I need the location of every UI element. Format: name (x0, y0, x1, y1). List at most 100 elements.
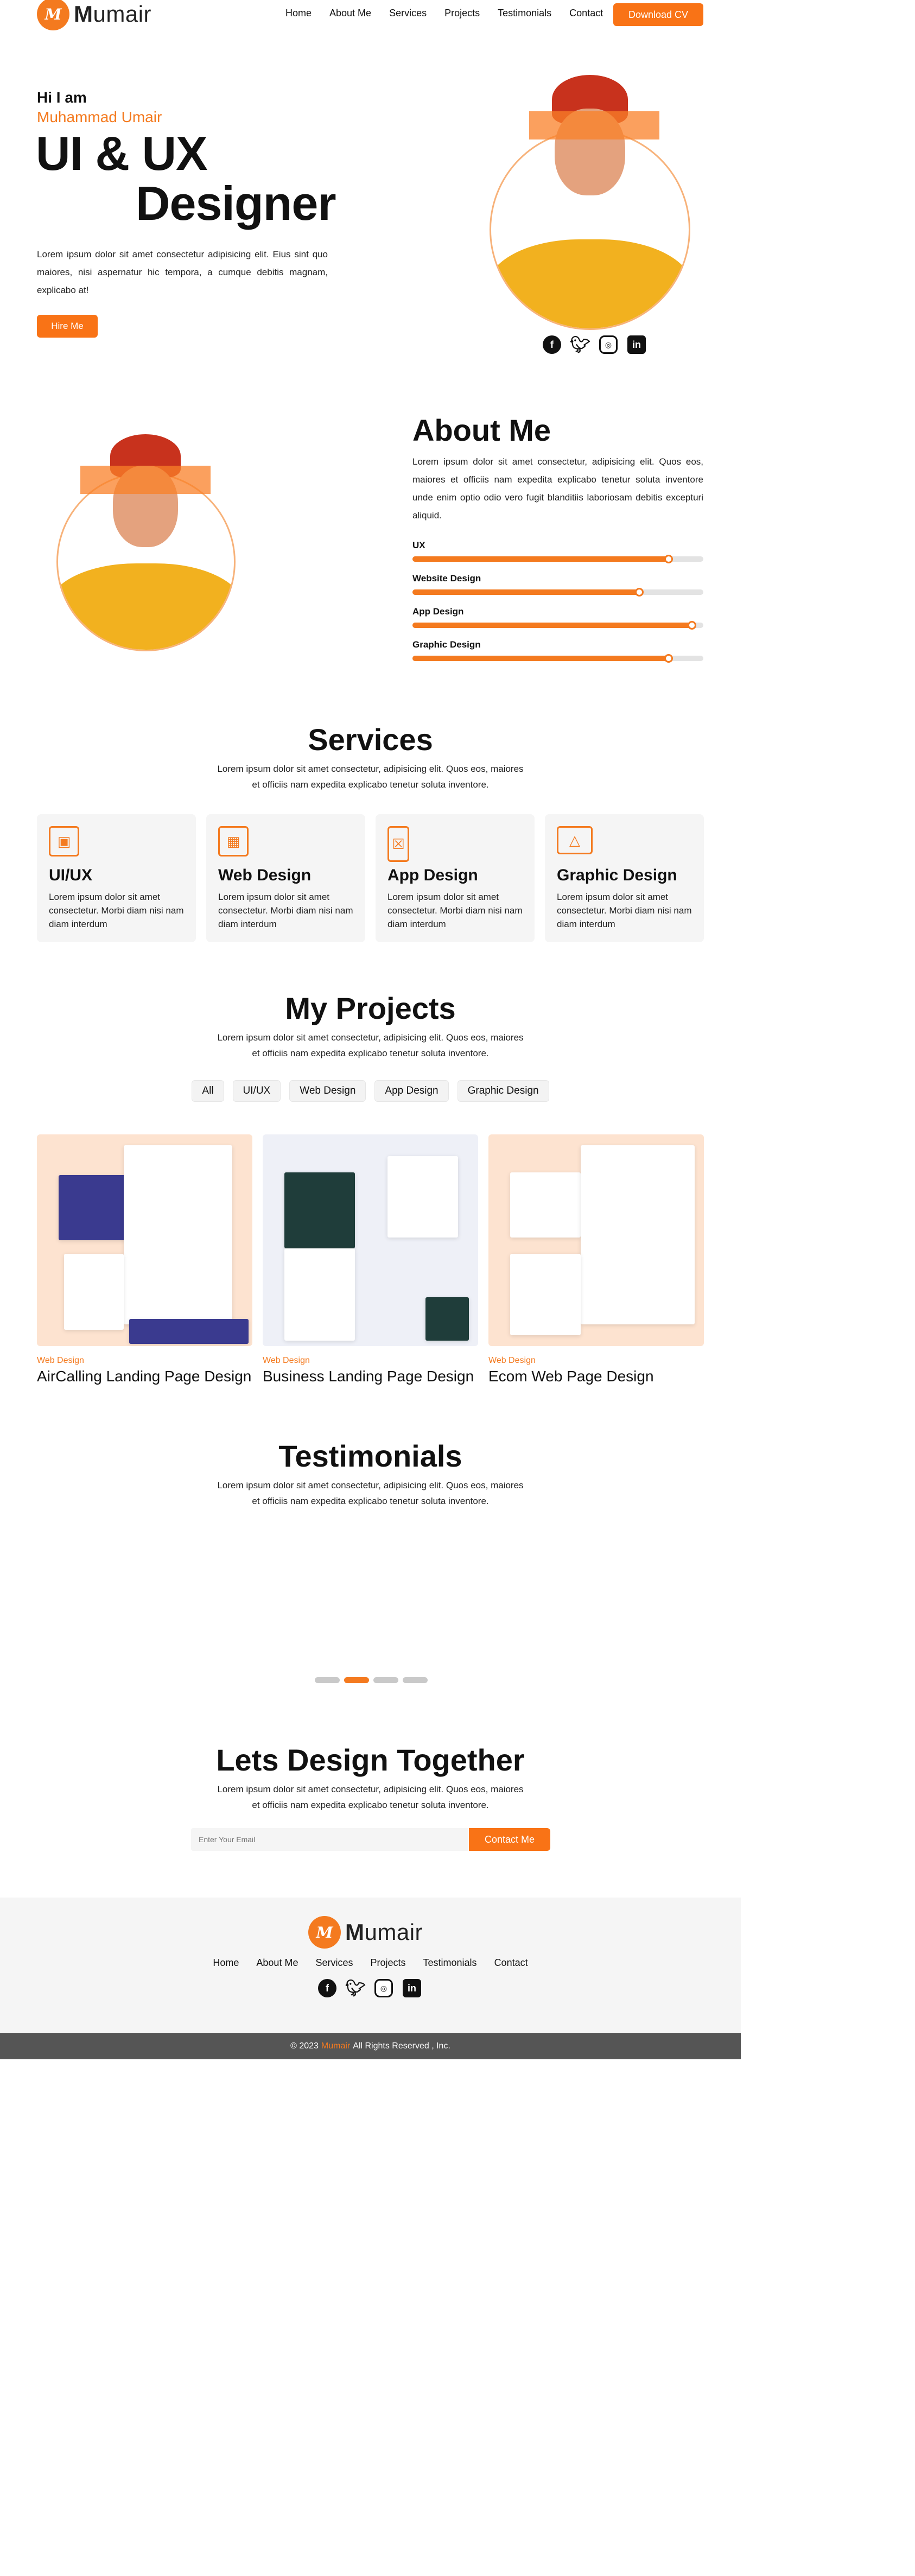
nav-link-testimonials[interactable]: Testimonials (498, 8, 551, 19)
web-design-icon: ▦ (218, 826, 249, 856)
project-name: Business Landing Page Design (263, 1368, 474, 1385)
skill-track (412, 621, 703, 630)
logo-mark-icon: M (308, 1916, 341, 1949)
hire-me-button[interactable]: Hire Me (37, 315, 98, 338)
projects-title: My Projects (285, 991, 456, 1025)
logo[interactable]: M Mumair (37, 0, 151, 30)
project-name: Ecom Web Page Design (488, 1368, 654, 1385)
hero-title-line2: Designer (136, 176, 336, 230)
footer-link-contact[interactable]: Contact (494, 1957, 528, 1969)
filter-graphic-design[interactable]: Graphic Design (457, 1080, 549, 1102)
skill-fill (412, 556, 669, 562)
instagram-icon[interactable]: ◎ (374, 1979, 393, 1997)
project-card[interactable]: Web Design AirCalling Landing Page Desig… (37, 1134, 252, 1385)
footer-link-home[interactable]: Home (213, 1957, 239, 1969)
nav-link-services[interactable]: Services (389, 8, 427, 19)
services-subtitle-line1: Lorem ipsum dolor sit amet consectetur, … (217, 764, 524, 774)
copyright-suffix: All Rights Reserved , Inc. (353, 2041, 450, 2051)
project-thumbnail (263, 1134, 478, 1346)
mockup-panel (387, 1156, 458, 1238)
mockup-panel (64, 1254, 124, 1330)
service-card-web-design[interactable]: ▦ Web Design Lorem ipsum dolor sit amet … (206, 814, 365, 942)
service-name: Graphic Design (557, 866, 677, 884)
hero-title-line1: UI & UX (36, 126, 208, 180)
filter-ui-ux[interactable]: UI/UX (232, 1080, 281, 1102)
skill-track (412, 588, 703, 597)
service-description: Lorem ipsum dolor sit amet consectetur. … (387, 892, 523, 929)
nav-link-about[interactable]: About Me (329, 8, 371, 19)
ui-ux-icon: ▣ (49, 826, 79, 856)
skill-track (412, 555, 703, 563)
pagination-dot[interactable] (344, 1677, 369, 1683)
project-card[interactable]: Web Design Ecom Web Page Design (488, 1134, 704, 1385)
footer-link-projects[interactable]: Projects (370, 1957, 405, 1969)
mockup-panel (129, 1319, 249, 1344)
service-card-ui-ux[interactable]: ▣ UI/UX Lorem ipsum dolor sit amet conse… (37, 814, 196, 942)
footer: M Mumair Home About Me Services Projects… (0, 1898, 741, 2033)
testimonials-subtitle-line2: et officiis nam expedita explicabo tenet… (252, 1496, 489, 1506)
footer-logo[interactable]: M Mumair (308, 1916, 423, 1949)
logo-text: Mumair (74, 1, 152, 27)
filter-web-design[interactable]: Web Design (289, 1080, 366, 1102)
project-name: AirCalling Landing Page Design (37, 1368, 252, 1385)
copyright-brand[interactable]: Mumair (321, 2041, 350, 2051)
nav-link-home[interactable]: Home (285, 8, 312, 19)
instagram-icon[interactable]: ◎ (599, 335, 618, 354)
projects-subtitle-line2: et officiis nam expedita explicabo tenet… (252, 1048, 489, 1058)
hero-glasses-overlay (529, 111, 659, 139)
service-description: Lorem ipsum dolor sit amet consectetur. … (557, 892, 692, 929)
pagination-dot[interactable] (373, 1677, 398, 1683)
skill-knob[interactable] (664, 555, 673, 563)
contact-me-button[interactable]: Contact Me (469, 1828, 550, 1851)
footer-link-testimonials[interactable]: Testimonials (423, 1957, 477, 1969)
copyright-bar: © 2023 Mumair All Rights Reserved , Inc. (0, 2033, 741, 2059)
project-category: Web Design (263, 1356, 310, 1365)
project-thumbnail (488, 1134, 704, 1346)
filter-all[interactable]: All (192, 1080, 224, 1102)
skill-fill (412, 589, 640, 595)
service-name: Web Design (218, 866, 312, 884)
skill-graphic-design: Graphic Design (412, 639, 703, 663)
page: M Mumair Home About Me Services Projects… (0, 0, 741, 2576)
linkedin-icon[interactable]: in (627, 335, 646, 354)
logo-text: Mumair (345, 1919, 423, 1945)
pagination-dot[interactable] (315, 1677, 340, 1683)
service-card-app-design[interactable]: ☒ App Design Lorem ipsum dolor sit amet … (376, 814, 535, 942)
linkedin-icon[interactable]: in (403, 1979, 421, 1997)
skill-fill (412, 623, 692, 628)
footer-link-about[interactable]: About Me (256, 1957, 298, 1969)
facebook-icon[interactable]: f (543, 335, 561, 354)
nav-links: Home About Me Services Projects Testimon… (285, 8, 603, 19)
service-card-graphic-design[interactable]: △ Graphic Design Lorem ipsum dolor sit a… (545, 814, 704, 942)
facebook-icon[interactable]: f (318, 1979, 336, 1997)
skill-knob[interactable] (687, 621, 696, 630)
skill-website-design: Website Design (412, 573, 703, 597)
skill-label: App Design (412, 606, 464, 617)
mockup-panel (425, 1297, 469, 1341)
mockup-panel (284, 1248, 355, 1341)
twitter-icon[interactable]: 🐦︎ (345, 1979, 366, 1997)
twitter-icon[interactable]: 🐦︎ (570, 335, 590, 354)
skill-knob[interactable] (664, 654, 673, 663)
skill-knob[interactable] (635, 588, 644, 597)
hero-portrait-body (491, 239, 689, 328)
download-cv-button[interactable]: Download CV (613, 3, 703, 26)
pagination-dot[interactable] (403, 1677, 428, 1683)
testimonials-title: Testimonials (278, 1439, 462, 1473)
skill-fill (412, 656, 669, 661)
nav-link-projects[interactable]: Projects (444, 8, 480, 19)
services-title: Services (308, 722, 433, 757)
project-category: Web Design (37, 1356, 84, 1365)
top-nav: M Mumair Home About Me Services Projects… (0, 0, 741, 30)
app-design-icon: ☒ (387, 826, 409, 862)
filter-app-design[interactable]: App Design (374, 1080, 449, 1102)
nav-link-contact[interactable]: Contact (569, 8, 603, 19)
footer-link-services[interactable]: Services (315, 1957, 353, 1969)
about-description: Lorem ipsum dolor sit amet consectetur, … (412, 456, 703, 521)
cta-subtitle-line1: Lorem ipsum dolor sit amet consectetur, … (217, 1784, 524, 1794)
mockup-panel (581, 1145, 695, 1324)
email-input[interactable] (191, 1828, 468, 1851)
service-name: App Design (387, 866, 478, 884)
project-card[interactable]: Web Design Business Landing Page Design (263, 1134, 478, 1385)
about-title: About Me (412, 413, 551, 447)
